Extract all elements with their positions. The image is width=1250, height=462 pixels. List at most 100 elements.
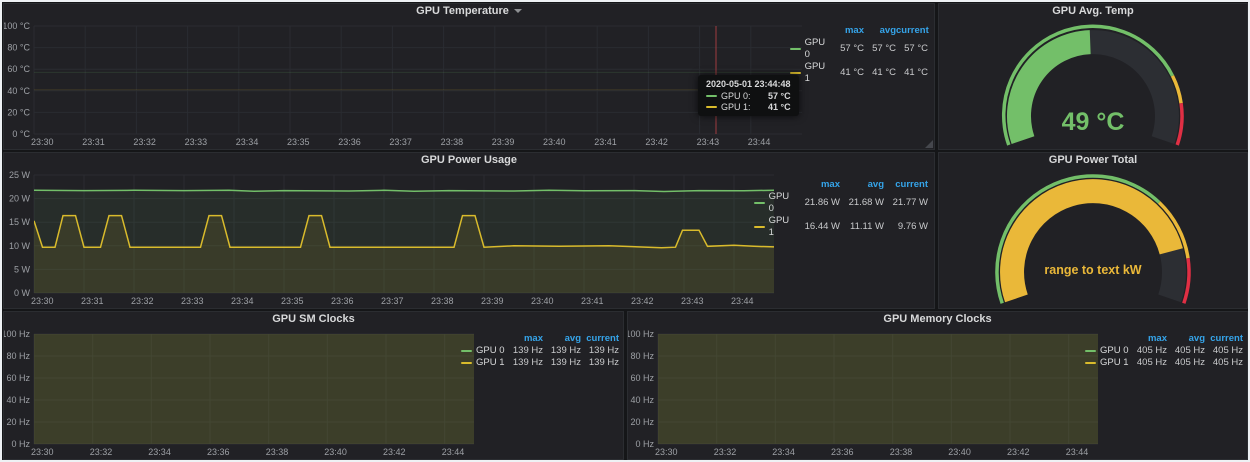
legend-value: 139 Hz xyxy=(505,345,543,357)
graph-tooltip: 2020-05-01 23:44:48 GPU 0:57 °C GPU 1:41… xyxy=(698,75,799,116)
svg-text:23:37: 23:37 xyxy=(389,137,412,147)
series-swatch-icon xyxy=(754,202,765,204)
svg-text:23:39: 23:39 xyxy=(492,137,515,147)
panel-title-gpu-memory-clocks[interactable]: GPU Memory Clocks xyxy=(628,312,1247,327)
svg-text:23:38: 23:38 xyxy=(266,447,289,457)
gpu-memory-clocks-legend: max avg current GPU 0 405 Hz 405 Hz 405 … xyxy=(1085,333,1243,369)
series-swatch-icon xyxy=(706,95,717,97)
legend-header-current[interactable]: current xyxy=(896,25,928,37)
svg-text:23:34: 23:34 xyxy=(236,137,259,147)
svg-text:23:32: 23:32 xyxy=(714,447,737,457)
panel-title-text: GPU Power Total xyxy=(1049,154,1137,166)
svg-text:23:40: 23:40 xyxy=(324,447,347,457)
svg-text:60 Hz: 60 Hz xyxy=(630,373,654,383)
gpu-memory-clocks-plot[interactable]: 100 Hz80 Hz60 Hz40 Hz20 Hz0 Hz23:3023:32… xyxy=(628,327,1100,458)
panel-title-gpu-sm-clocks[interactable]: GPU SM Clocks xyxy=(4,312,623,327)
svg-text:100 Hz: 100 Hz xyxy=(628,329,654,339)
legend-value: 9.76 W xyxy=(884,221,928,233)
panel-gpu-temperature: GPU Temperature 100 °C80 °C60 °C40 °C20 … xyxy=(3,3,935,150)
panel-title-gpu-avg-temp[interactable]: GPU Avg. Temp xyxy=(939,4,1247,19)
svg-text:23:36: 23:36 xyxy=(331,296,354,306)
legend-value: 21.68 W xyxy=(840,197,884,209)
svg-text:23:31: 23:31 xyxy=(81,296,104,306)
panel-title-gpu-temperature[interactable]: GPU Temperature xyxy=(4,4,934,19)
legend-value: 405 Hz xyxy=(1205,345,1243,357)
svg-text:23:44: 23:44 xyxy=(442,447,465,457)
legend-series-gpu1[interactable]: GPU 1 xyxy=(1085,357,1129,369)
gpu-temperature-plot[interactable]: 100 °C80 °C60 °C40 °C20 °C0 °C23:3023:31… xyxy=(4,19,804,148)
grafana-dashboard: GPU Temperature 100 °C80 °C60 °C40 °C20 … xyxy=(0,0,1250,462)
legend-header-current[interactable]: current xyxy=(581,333,619,345)
legend-value: 21.77 W xyxy=(884,197,928,209)
svg-text:23:42: 23:42 xyxy=(645,137,668,147)
panel-resize-handle[interactable] xyxy=(925,140,933,148)
legend-header-max[interactable]: max xyxy=(1129,333,1167,345)
chevron-down-icon xyxy=(514,9,522,13)
series-swatch-icon xyxy=(1085,362,1096,364)
svg-text:23:34: 23:34 xyxy=(231,296,254,306)
legend-header-current[interactable]: current xyxy=(1205,333,1243,345)
panel-title-text: GPU Power Usage xyxy=(421,154,517,166)
legend-value: 405 Hz xyxy=(1129,345,1167,357)
legend-header-current[interactable]: current xyxy=(884,179,928,191)
legend-series-gpu0[interactable]: GPU 0 xyxy=(1085,345,1129,357)
series-swatch-icon xyxy=(1085,350,1096,352)
svg-text:23:35: 23:35 xyxy=(281,296,304,306)
gpu-sm-clocks-legend: max avg current GPU 0 139 Hz 139 Hz 139 … xyxy=(461,333,619,369)
svg-text:23:31: 23:31 xyxy=(82,137,105,147)
legend-header-avg[interactable]: avg xyxy=(864,25,896,37)
legend-value: 57 °C xyxy=(864,43,896,55)
legend-row-gpu1: GPU 1 41 °C 41 °C 41 °C xyxy=(790,61,928,85)
legend-series-gpu1[interactable]: GPU 1 xyxy=(461,357,505,369)
legend-series-gpu0[interactable]: GPU 0 xyxy=(754,191,796,215)
legend-header-max[interactable]: max xyxy=(832,25,864,37)
legend-header-max[interactable]: max xyxy=(505,333,543,345)
legend-row-gpu0: GPU 0 139 Hz 139 Hz 139 Hz xyxy=(461,345,619,357)
svg-text:100 Hz: 100 Hz xyxy=(4,329,30,339)
series-swatch-icon xyxy=(706,106,717,108)
legend-row-gpu0: GPU 0 405 Hz 405 Hz 405 Hz xyxy=(1085,345,1243,357)
legend-header-avg[interactable]: avg xyxy=(543,333,581,345)
legend-header-avg[interactable]: avg xyxy=(1167,333,1205,345)
svg-text:40 Hz: 40 Hz xyxy=(6,395,30,405)
gpu-power-usage-plot[interactable]: 25 W20 W15 W10 W5 W0 W23:3023:3123:3223:… xyxy=(4,168,776,307)
svg-text:10 W: 10 W xyxy=(9,241,31,251)
series-swatch-icon xyxy=(754,226,765,228)
svg-text:0 Hz: 0 Hz xyxy=(635,439,654,449)
gpu-sm-clocks-plot[interactable]: 100 Hz80 Hz60 Hz40 Hz20 Hz0 Hz23:3023:32… xyxy=(4,327,476,458)
svg-text:23:35: 23:35 xyxy=(287,137,310,147)
legend-header-row: max avg current xyxy=(1085,333,1243,345)
svg-text:60 °C: 60 °C xyxy=(7,64,30,74)
svg-text:23:40: 23:40 xyxy=(543,137,566,147)
svg-text:23:30: 23:30 xyxy=(31,296,54,306)
legend-series-gpu0[interactable]: GPU 0 xyxy=(790,37,832,61)
svg-text:23:34: 23:34 xyxy=(148,447,171,457)
svg-text:23:30: 23:30 xyxy=(31,447,54,457)
svg-text:60 Hz: 60 Hz xyxy=(6,373,30,383)
panel-title-gpu-power-usage[interactable]: GPU Power Usage xyxy=(4,153,934,168)
svg-text:23:30: 23:30 xyxy=(31,137,54,147)
svg-text:23:33: 23:33 xyxy=(181,296,204,306)
svg-text:23:40: 23:40 xyxy=(531,296,554,306)
series-swatch-icon xyxy=(461,350,472,352)
legend-value: 405 Hz xyxy=(1167,345,1205,357)
panel-title-gpu-power-total[interactable]: GPU Power Total xyxy=(939,153,1247,168)
gpu-avg-temp-gauge: 49 °C xyxy=(939,19,1247,148)
svg-text:20 Hz: 20 Hz xyxy=(6,417,30,427)
legend-header-avg[interactable]: avg xyxy=(840,179,884,191)
svg-text:range to text kW: range to text kW xyxy=(1044,263,1141,277)
legend-row-gpu1: GPU 1 139 Hz 139 Hz 139 Hz xyxy=(461,357,619,369)
legend-header-max[interactable]: max xyxy=(796,179,840,191)
legend-series-gpu0[interactable]: GPU 0 xyxy=(461,345,505,357)
svg-text:0 °C: 0 °C xyxy=(12,129,30,139)
svg-text:20 °C: 20 °C xyxy=(7,107,30,117)
legend-series-gpu1[interactable]: GPU 1 xyxy=(754,215,796,239)
legend-value: 139 Hz xyxy=(543,357,581,369)
legend-row-gpu1: GPU 1 16.44 W 11.11 W 9.76 W xyxy=(754,215,928,239)
svg-text:49 °C: 49 °C xyxy=(1062,108,1125,136)
svg-text:40 Hz: 40 Hz xyxy=(630,395,654,405)
svg-text:20 W: 20 W xyxy=(9,194,31,204)
legend-value: 405 Hz xyxy=(1167,357,1205,369)
panel-title-text: GPU Avg. Temp xyxy=(1052,5,1134,17)
tooltip-row-gpu0: GPU 0:57 °C xyxy=(706,91,791,101)
